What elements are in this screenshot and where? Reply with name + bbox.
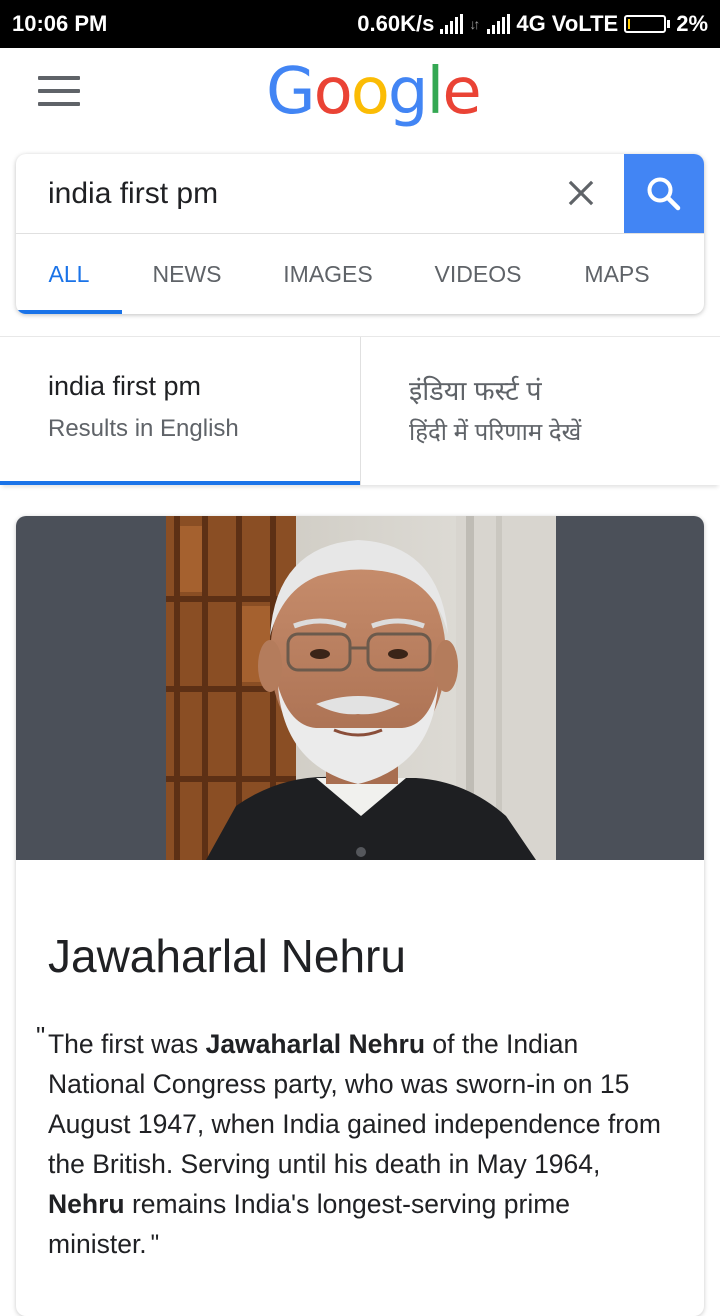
- search-tabs: ALL NEWS IMAGES VIDEOS MAPS: [16, 234, 704, 314]
- logo-letter: o: [313, 55, 353, 129]
- active-language-indicator: [0, 481, 360, 485]
- signal-strength-icon-secondary: [487, 14, 511, 34]
- results-hindi-option[interactable]: इंडिया फर्स्ट पं हिंदी में परिणाम देखें: [361, 337, 720, 485]
- portrait-band: [16, 516, 704, 860]
- english-query: india first pm: [48, 371, 202, 401]
- tab-images[interactable]: IMAGES: [264, 234, 392, 314]
- search-card: ALL NEWS IMAGES VIDEOS MAPS: [16, 154, 704, 314]
- hindi-label: हिंदी में परिणाम देखें: [409, 419, 582, 446]
- quote-bold-2: Nehru: [48, 1189, 125, 1219]
- quote-part-3: remains India's longest-serving prime mi…: [48, 1189, 571, 1259]
- network-speed: 0.60K/s: [357, 11, 435, 36]
- status-time: 10:06 PM: [12, 11, 108, 36]
- tab-all[interactable]: ALL: [16, 234, 122, 314]
- search-icon: [647, 177, 681, 210]
- active-tab-indicator: [16, 310, 122, 314]
- quote-text: The first was Jawaharlal Nehru of the In…: [48, 1024, 678, 1264]
- status-bar: 10:06 PM 0.60K/s ↓↑ 4G VoLTE 2%: [0, 0, 720, 48]
- search-button[interactable]: [624, 154, 704, 233]
- hindi-query: इंडिया फर्स्ट पं: [409, 376, 542, 406]
- network-type: 4G VoLTE: [516, 11, 619, 36]
- tab-news[interactable]: NEWS: [136, 234, 238, 314]
- logo-letter: o: [350, 55, 390, 129]
- quote-open: ": [36, 1021, 46, 1051]
- menu-icon[interactable]: [38, 76, 80, 106]
- battery-icon: [624, 15, 671, 33]
- language-toggle: india first pm Results in English इंडिया…: [0, 336, 720, 485]
- battery-level: 2%: [676, 11, 708, 36]
- header: Google: [0, 48, 720, 138]
- description-quote: " The first was Jawaharlal Nehru of the …: [36, 1021, 678, 1264]
- person-name: Jawaharlal Nehru: [48, 929, 406, 982]
- results-english-option[interactable]: india first pm Results in English: [0, 337, 360, 485]
- search-input[interactable]: [48, 174, 548, 214]
- english-label: Results in English: [48, 415, 239, 442]
- logo-letter: G: [266, 55, 316, 129]
- knowledge-card: Jawaharlal Nehru " The first was Jawahar…: [16, 516, 704, 1316]
- status-indicators: 0.60K/s ↓↑ 4G VoLTE 2%: [357, 11, 708, 37]
- logo-letter: l: [426, 55, 445, 129]
- tab-videos[interactable]: VIDEOS: [420, 234, 536, 314]
- quote-close: ": [150, 1230, 160, 1257]
- quote-part-1: The first was: [48, 1029, 206, 1059]
- clear-icon[interactable]: [566, 178, 596, 208]
- google-logo[interactable]: Google: [266, 52, 482, 132]
- data-transfer-icon: ↓↑: [469, 16, 480, 32]
- portrait-image[interactable]: [166, 516, 556, 860]
- quote-bold-1: Jawaharlal Nehru: [205, 1029, 426, 1059]
- logo-letter: e: [442, 55, 481, 129]
- signal-strength-icon: [440, 14, 464, 34]
- logo-letter: g: [387, 55, 429, 129]
- search-row: [16, 154, 704, 234]
- tab-maps[interactable]: MAPS: [572, 234, 662, 314]
